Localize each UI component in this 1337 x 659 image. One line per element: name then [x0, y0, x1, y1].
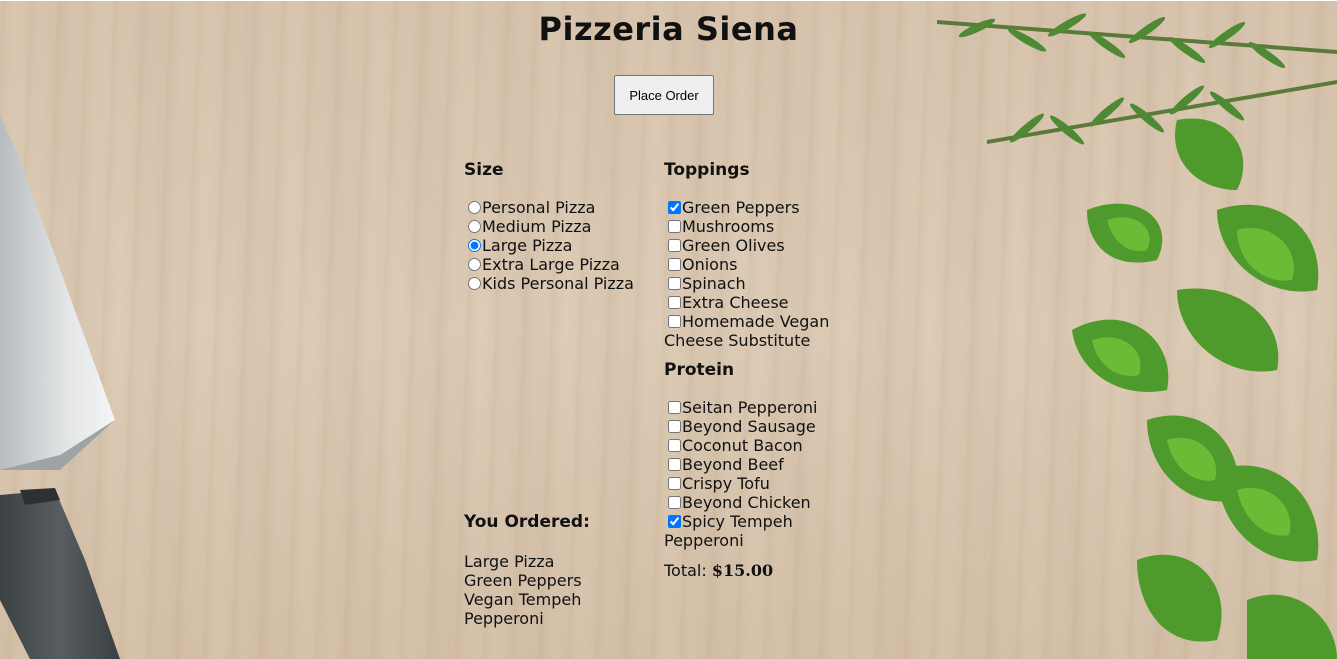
order-line: Vegan Tempeh [464, 590, 582, 609]
size-option-label: Large Pizza [482, 236, 573, 255]
size-option-label: Medium Pizza [482, 217, 592, 236]
size-option-label: Extra Large Pizza [482, 255, 620, 274]
protein-coconut-bacon[interactable]: Coconut Bacon [664, 436, 844, 455]
protein-heading: Protein [664, 360, 735, 380]
topping-green-olives[interactable]: Green Olives [664, 236, 844, 255]
protein-label: Coconut Bacon [682, 436, 803, 455]
protein-checkbox[interactable] [668, 515, 681, 528]
protein-beyond-beef[interactable]: Beyond Beef [664, 455, 844, 474]
protein-label: Beyond Sausage [682, 417, 816, 436]
place-order-button[interactable]: Place Order [614, 75, 714, 115]
protein-checkbox[interactable] [668, 420, 681, 433]
protein-label: Crispy Tofu [682, 474, 770, 493]
protein-beyond-chicken[interactable]: Beyond Chicken [664, 493, 844, 512]
size-radio[interactable] [468, 239, 481, 252]
topping-label: Extra Cheese [682, 293, 789, 312]
knife-image [0, 115, 120, 659]
herbs-image [937, 13, 1337, 659]
order-summary-heading: You Ordered: [464, 512, 590, 532]
protein-beyond-sausage[interactable]: Beyond Sausage [664, 417, 844, 436]
protein-label: Seitan Pepperoni [682, 398, 818, 417]
size-radio[interactable] [468, 201, 481, 214]
total-label: Total: [664, 561, 707, 580]
protein-checkbox[interactable] [668, 477, 681, 490]
protein-label: Beyond Beef [682, 455, 784, 474]
toppings-section: Toppings Green Peppers Mushrooms Green O… [664, 160, 844, 550]
topping-label: Green Peppers [682, 198, 800, 217]
topping-checkbox[interactable] [668, 277, 681, 290]
order-total: Total: $15.00 [664, 561, 773, 580]
total-value: $15.00 [711, 561, 774, 580]
protein-checkbox[interactable] [668, 458, 681, 471]
page-title: Pizzeria Siena [538, 10, 799, 48]
protein-checkbox[interactable] [668, 496, 681, 509]
topping-checkbox[interactable] [668, 201, 681, 214]
size-option-personal[interactable]: Personal Pizza [464, 198, 654, 217]
order-line: Large Pizza [464, 552, 555, 571]
size-option-kids[interactable]: Kids Personal Pizza [464, 274, 654, 293]
topping-onions[interactable]: Onions [664, 255, 844, 274]
order-summary: You Ordered: Large Pizza Green Peppers V… [464, 512, 654, 628]
topping-label: Spinach [682, 274, 746, 293]
topping-checkbox[interactable] [668, 315, 681, 328]
topping-label: Green Olives [682, 236, 785, 255]
size-option-extra-large[interactable]: Extra Large Pizza [464, 255, 654, 274]
topping-label: Homemade Vegan Cheese Substitute [664, 312, 830, 350]
topping-label: Mushrooms [682, 217, 775, 236]
protein-seitan-pepperoni[interactable]: Seitan Pepperoni [664, 398, 844, 417]
topping-checkbox[interactable] [668, 258, 681, 271]
size-section: Size Personal Pizza Medium Pizza Large P… [464, 160, 654, 293]
protein-checkbox[interactable] [668, 401, 681, 414]
topping-extra-cheese[interactable]: Extra Cheese [664, 293, 844, 312]
size-radio[interactable] [468, 258, 481, 271]
size-radio[interactable] [468, 220, 481, 233]
toppings-heading: Toppings [664, 160, 750, 180]
protein-checkbox[interactable] [668, 439, 681, 452]
protein-spicy-tempeh[interactable]: Spicy Tempeh Pepperoni [664, 512, 844, 550]
order-line: Green Peppers [464, 571, 582, 590]
topping-checkbox[interactable] [668, 239, 681, 252]
topping-checkbox[interactable] [668, 220, 681, 233]
topping-spinach[interactable]: Spinach [664, 274, 844, 293]
size-option-label: Kids Personal Pizza [482, 274, 634, 293]
order-line: Pepperoni [464, 609, 544, 628]
size-option-medium[interactable]: Medium Pizza [464, 217, 654, 236]
size-radio[interactable] [468, 277, 481, 290]
size-option-large[interactable]: Large Pizza [464, 236, 654, 255]
size-option-label: Personal Pizza [482, 198, 596, 217]
size-heading: Size [464, 160, 504, 180]
topping-mushrooms[interactable]: Mushrooms [664, 217, 844, 236]
protein-crispy-tofu[interactable]: Crispy Tofu [664, 474, 844, 493]
topping-checkbox[interactable] [668, 296, 681, 309]
protein-label: Spicy Tempeh Pepperoni [664, 512, 793, 550]
topping-vegan-cheese[interactable]: Homemade Vegan Cheese Substitute [664, 312, 844, 350]
topping-label: Onions [682, 255, 738, 274]
protein-label: Beyond Chicken [682, 493, 811, 512]
topping-green-peppers[interactable]: Green Peppers [664, 198, 844, 217]
